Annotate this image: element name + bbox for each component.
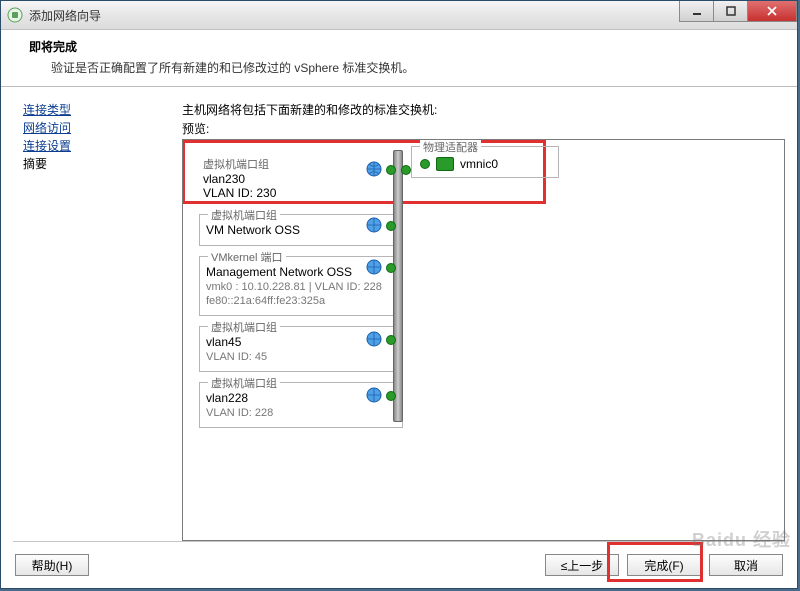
step-connection-settings[interactable]: 连接设置 (23, 137, 178, 155)
maximize-button[interactable] (713, 1, 748, 22)
cancel-button[interactable]: 取消 (709, 554, 783, 576)
connection-dot-icon (386, 263, 396, 273)
physical-adapter-legend: 物理适配器 (420, 139, 481, 155)
connection-dot-icon (386, 165, 396, 175)
globe-icon (365, 160, 383, 178)
wizard-steps-sidebar: 连接类型 网络访问 连接设置 摘要 (13, 95, 182, 541)
wizard-main: 主机网络将包括下面新建的和修改的标准交换机: 预览: 虚拟机端口组 vlan23… (182, 95, 785, 541)
portgroup-legend: 虚拟机端口组 (208, 375, 280, 391)
preview-label: 预览: (182, 120, 785, 137)
portgroup-legend: 虚拟机端口组 (208, 207, 280, 223)
connection-dot-icon (401, 165, 411, 175)
back-button[interactable]: ≤上一步 (545, 554, 619, 576)
vswitch-bar (393, 150, 403, 422)
nic-icon (436, 157, 454, 171)
minimize-button[interactable] (679, 1, 714, 22)
network-preview: 虚拟机端口组 vlan230 VLAN ID: 230 虚拟机端口组 VM Ne… (182, 139, 785, 541)
portgroup-legend: 虚拟机端口组 (203, 159, 269, 171)
step-network-access[interactable]: 网络访问 (23, 119, 178, 137)
finish-button[interactable]: 完成(F) (627, 554, 701, 576)
window-controls (680, 1, 797, 22)
wizard-body: 连接类型 网络访问 连接设置 摘要 主机网络将包括下面新建的和修改的标准交换机:… (1, 87, 797, 541)
wizard-footer: 帮助(H) ≤上一步 完成(F) 取消 (1, 542, 797, 588)
window-title: 添加网络向导 (29, 7, 101, 24)
portgroup-legend: VMkernel 端口 (208, 249, 286, 265)
physical-adapter-box: 物理适配器 vmnic0 (411, 146, 559, 178)
connection-dot-icon (386, 221, 396, 231)
physical-nic: vmnic0 (420, 157, 550, 171)
titlebar: 添加网络向导 (1, 1, 797, 30)
connection-dot-icon (386, 391, 396, 401)
globe-icon (365, 258, 383, 276)
portgroup-legend: 虚拟机端口组 (208, 319, 280, 335)
portgroup-vlan: VLAN ID: 230 (203, 186, 393, 200)
wizard-step-title: 即将完成 (29, 38, 783, 55)
portgroup-detail: vmk0 : 10.10.228.81 | VLAN ID: 228 (206, 281, 396, 293)
vswitch-diagram: 虚拟机端口组 vlan230 VLAN ID: 230 虚拟机端口组 VM Ne… (183, 140, 784, 448)
wizard-step-desc: 验证是否正确配置了所有新建的和已修改过的 vSphere 标准交换机。 (29, 59, 783, 76)
globe-icon (365, 386, 383, 404)
portgroup-detail: fe80::21a:64ff:fe23:325a (206, 295, 396, 307)
app-icon (7, 7, 23, 23)
wizard-header: 即将完成 验证是否正确配置了所有新建的和已修改过的 vSphere 标准交换机。 (1, 30, 797, 87)
portgroup-vlan: VLAN ID: 45 (206, 351, 396, 363)
nic-name: vmnic0 (460, 157, 498, 171)
help-button[interactable]: 帮助(H) (15, 554, 89, 576)
connection-dot-icon (386, 335, 396, 345)
connection-dot-icon (420, 159, 430, 169)
main-description: 主机网络将包括下面新建的和修改的标准交换机: (182, 101, 785, 118)
portgroup-vlan: VLAN ID: 228 (206, 407, 396, 419)
step-summary: 摘要 (23, 155, 178, 173)
globe-icon (365, 216, 383, 234)
wizard-window: 添加网络向导 即将完成 验证是否正确配置了所有新建的和已修改过的 vSphere… (0, 0, 798, 589)
close-button[interactable] (747, 1, 797, 22)
step-connection-type[interactable]: 连接类型 (23, 101, 178, 119)
globe-icon (365, 330, 383, 348)
